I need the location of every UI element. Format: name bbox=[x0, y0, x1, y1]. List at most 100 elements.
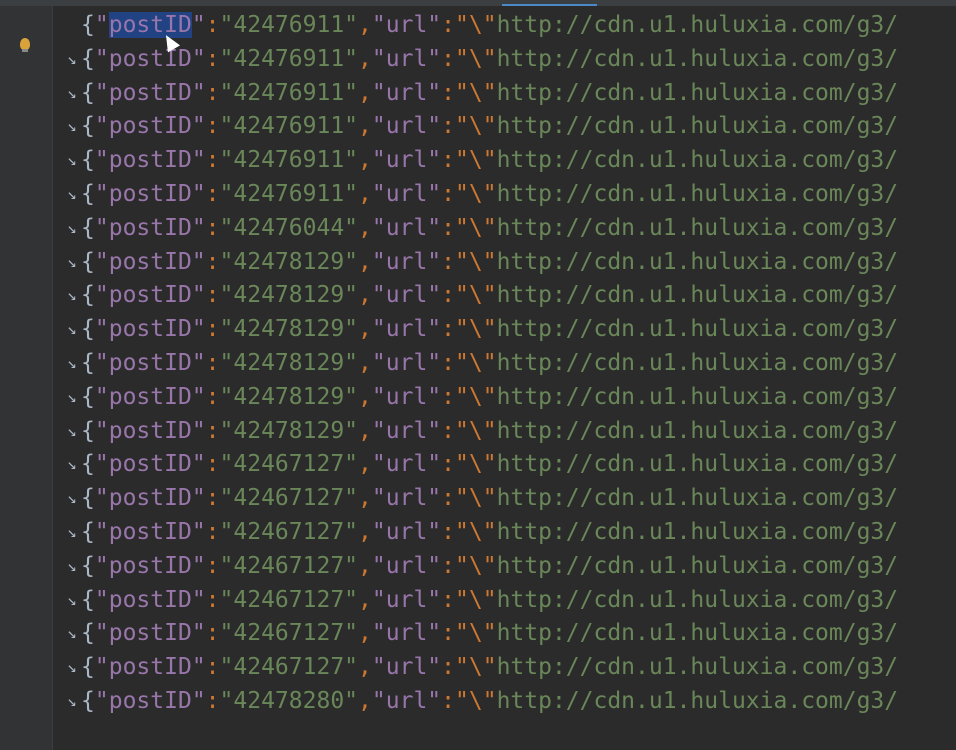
colon: : bbox=[441, 383, 456, 410]
url-escape-open: "\" bbox=[455, 282, 497, 309]
code-text: {"postID":"42478129","url":"\"http://cdn… bbox=[81, 280, 898, 310]
code-line[interactable]: ↘ {"postID":"42478129","url":"\"http://cd… bbox=[53, 247, 956, 277]
code-line[interactable]: ↘ {"postID":"42467127","url":"\"http://cd… bbox=[53, 483, 956, 513]
url-escape-open: "\" bbox=[455, 113, 497, 140]
quote: " bbox=[219, 282, 234, 309]
post-id-value: 42467127 bbox=[233, 586, 345, 613]
colon: : bbox=[441, 451, 456, 478]
url-escape-open: "\" bbox=[455, 45, 497, 72]
colon: : bbox=[205, 79, 220, 106]
code-line[interactable]: ↘ {"postID":"42478129","url":"\"http://cd… bbox=[53, 382, 956, 412]
quote: " bbox=[94, 519, 109, 545]
code-line[interactable]: ↘ {"postID":"42467127","url":"\"http://cd… bbox=[53, 551, 956, 581]
quote: " bbox=[219, 654, 234, 681]
quote: " bbox=[219, 417, 234, 444]
url-escape-open: "\" bbox=[455, 451, 497, 478]
code-line[interactable]: ↘ {"postID":"42467127","url":"\"http://cd… bbox=[53, 449, 956, 479]
quote: " bbox=[344, 688, 359, 714]
quote: " bbox=[94, 350, 109, 376]
code-text: {"postID":"42476911","url":"\"http://cdn… bbox=[81, 44, 898, 74]
quote: " bbox=[94, 620, 109, 647]
colon: : bbox=[205, 12, 220, 38]
code-line[interactable]: ↘ {"postID":"42478129","url":"\"http://cd… bbox=[53, 348, 956, 378]
colon: : bbox=[205, 552, 220, 579]
post-id-key: postID bbox=[108, 214, 192, 241]
quote: " bbox=[191, 316, 206, 343]
quote: " bbox=[344, 417, 359, 444]
url-key: url bbox=[385, 350, 428, 376]
code-editor[interactable]: {"postID":"42476911","url":"\"http://cdn… bbox=[53, 6, 956, 750]
post-id-key: postID bbox=[108, 113, 192, 140]
colon: : bbox=[441, 688, 456, 714]
quote: " bbox=[191, 620, 206, 647]
url-value: http://cdn.u1.huluxia.com/g3/ bbox=[496, 350, 899, 376]
code-line[interactable]: ↘ {"postID":"42467127","url":"\"http://cd… bbox=[53, 585, 956, 615]
code-line[interactable]: {"postID":"42476911","url":"\"http://cdn… bbox=[53, 10, 956, 40]
code-line[interactable]: ↘ {"postID":"42478129","url":"\"http://cd… bbox=[53, 314, 956, 344]
code-text: {"postID":"42467127","url":"\"http://cdn… bbox=[81, 618, 898, 648]
quote: " bbox=[427, 485, 442, 512]
quote: " bbox=[371, 282, 386, 309]
post-id-value: 42478129 bbox=[233, 417, 345, 444]
open-brace: { bbox=[81, 654, 95, 681]
code-line[interactable]: ↘ {"postID":"42476911","url":"\"http://cd… bbox=[53, 78, 956, 108]
quote: " bbox=[219, 383, 234, 410]
open-brace: { bbox=[81, 282, 95, 309]
quote: " bbox=[219, 451, 234, 478]
quote: " bbox=[94, 282, 109, 309]
code-text: {"postID":"42467127","url":"\"http://cdn… bbox=[81, 652, 898, 682]
colon: : bbox=[205, 316, 220, 343]
code-line[interactable]: ↘ {"postID":"42467127","url":"\"http://cd… bbox=[53, 517, 956, 547]
quote: " bbox=[191, 485, 206, 512]
post-id-value: 42476911 bbox=[233, 181, 345, 207]
colon: : bbox=[441, 586, 456, 613]
url-escape-open: "\" bbox=[455, 620, 497, 647]
code-line[interactable]: ↘ {"postID":"42476911","url":"\"http://cd… bbox=[53, 145, 956, 175]
post-id-value: 42476044 bbox=[233, 214, 345, 241]
code-line[interactable]: ↘ {"postID":"42476911","url":"\"http://cd… bbox=[53, 179, 956, 209]
quote: " bbox=[371, 620, 386, 647]
quote: " bbox=[94, 45, 109, 72]
quote: " bbox=[427, 451, 442, 478]
lightbulb-icon[interactable] bbox=[20, 38, 30, 52]
quote: " bbox=[94, 586, 109, 613]
colon: : bbox=[205, 688, 220, 714]
code-line[interactable]: ↘ {"postID":"42478129","url":"\"http://cd… bbox=[53, 280, 956, 310]
code-line[interactable]: ↘ {"postID":"42467127","url":"\"http://cd… bbox=[53, 618, 956, 648]
post-id-value: 42467127 bbox=[233, 620, 345, 647]
quote: " bbox=[344, 620, 359, 647]
comma: , bbox=[358, 451, 372, 478]
code-line[interactable]: ↘ {"postID":"42476911","url":"\"http://cd… bbox=[53, 44, 956, 74]
soft-wrap-icon: ↘ bbox=[67, 48, 77, 68]
url-key: url bbox=[385, 214, 428, 241]
comma: , bbox=[358, 350, 372, 376]
code-text: {"postID":"42467127","url":"\"http://cdn… bbox=[81, 517, 898, 547]
post-id-key: postID bbox=[108, 316, 192, 343]
quote: " bbox=[191, 12, 206, 38]
line-gutter[interactable] bbox=[0, 6, 53, 750]
quote: " bbox=[371, 12, 386, 38]
colon: : bbox=[205, 485, 220, 512]
quote: " bbox=[191, 350, 206, 376]
url-escape-open: "\" bbox=[455, 485, 497, 512]
colon: : bbox=[441, 181, 456, 207]
colon: : bbox=[205, 214, 220, 241]
code-line[interactable]: ↘ {"postID":"42467127","url":"\"http://cd… bbox=[53, 652, 956, 682]
quote: " bbox=[219, 113, 234, 140]
quote: " bbox=[191, 282, 206, 309]
post-id-value: 42478129 bbox=[233, 316, 345, 343]
post-id-key: postID bbox=[108, 620, 192, 647]
quote: " bbox=[427, 620, 442, 647]
colon: : bbox=[441, 12, 456, 38]
quote: " bbox=[427, 181, 442, 207]
code-text: {"postID":"42478129","url":"\"http://cdn… bbox=[81, 314, 898, 344]
quote: " bbox=[219, 485, 234, 512]
code-line[interactable]: ↘ {"postID":"42478280","url":"\"http://cd… bbox=[53, 686, 956, 716]
code-line[interactable]: ↘ {"postID":"42476911","url":"\"http://cd… bbox=[53, 111, 956, 141]
code-line[interactable]: ↘ {"postID":"42478129","url":"\"http://cd… bbox=[53, 416, 956, 446]
quote: " bbox=[191, 181, 206, 207]
code-line[interactable]: ↘ {"postID":"42476044","url":"\"http://cd… bbox=[53, 213, 956, 243]
quote: " bbox=[219, 181, 234, 207]
url-value: http://cdn.u1.huluxia.com/g3/ bbox=[496, 147, 899, 174]
url-key: url bbox=[385, 248, 428, 275]
